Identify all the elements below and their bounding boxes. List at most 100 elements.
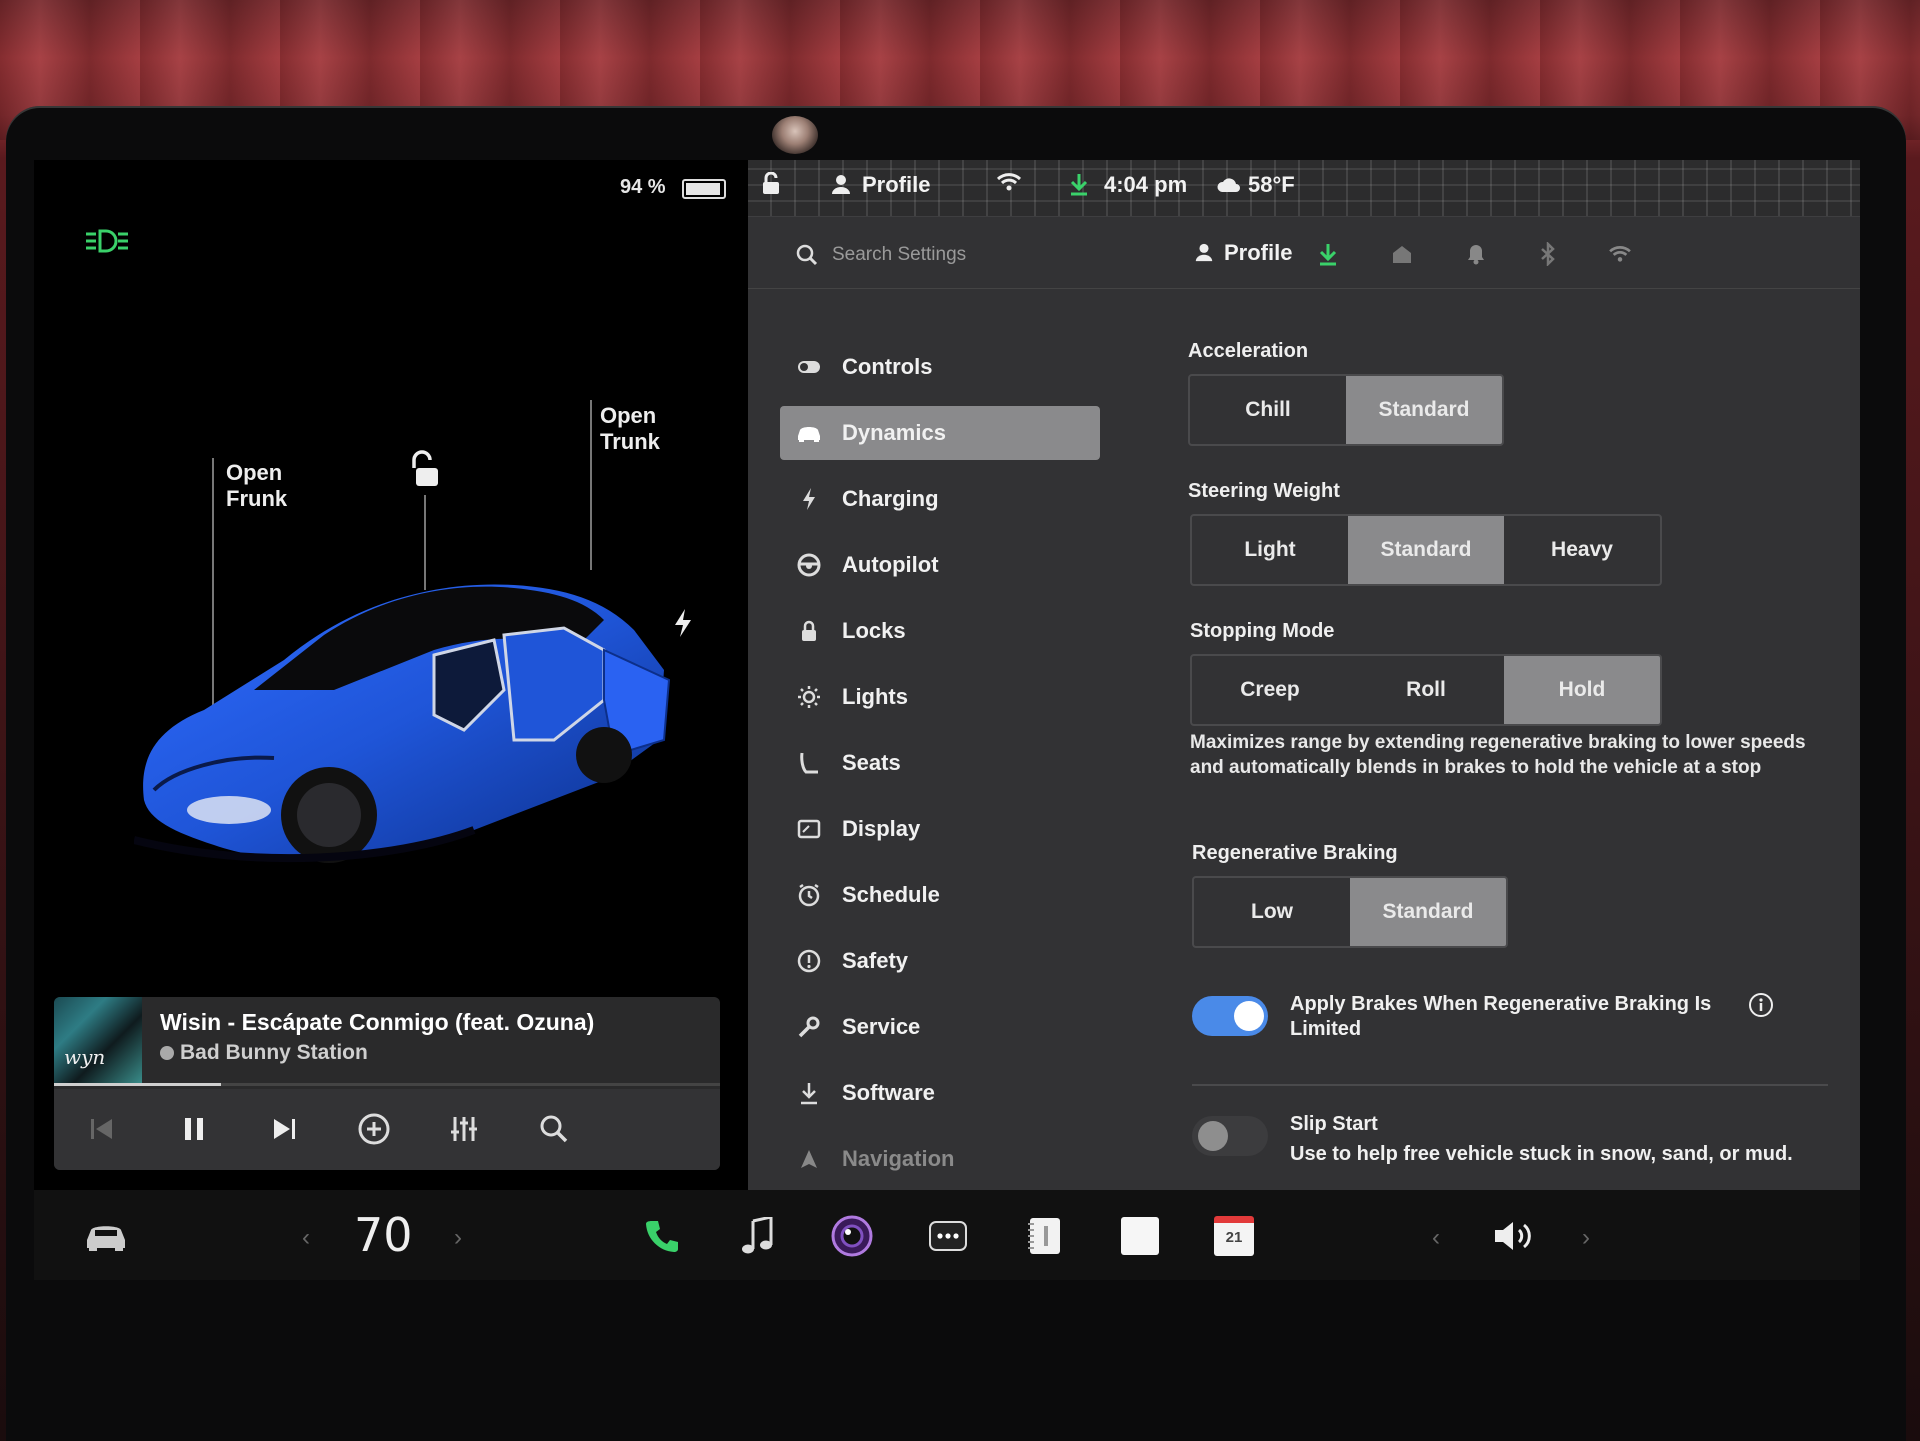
- wifi-settings-icon[interactable]: [1606, 240, 1634, 268]
- alert-circle-icon: [796, 948, 822, 974]
- steering-light-button[interactable]: Light: [1192, 516, 1348, 584]
- more-icon[interactable]: [920, 1208, 976, 1264]
- menu-item-schedule[interactable]: Schedule: [780, 868, 1100, 922]
- status-profile[interactable]: Profile: [830, 172, 930, 198]
- blank-app-icon[interactable]: [1112, 1208, 1168, 1264]
- cloud-icon: [1217, 178, 1240, 192]
- next-icon[interactable]: [262, 1107, 306, 1151]
- download-icon[interactable]: [1314, 240, 1342, 268]
- toggle-knob: [1198, 1121, 1228, 1151]
- weather: 58°F: [1216, 172, 1295, 198]
- steering-wheel-icon: [796, 552, 822, 578]
- door-lock-status-icon[interactable]: [760, 171, 782, 202]
- media-player: wyn Wisin - Escápate Conmigo (feat. Ozun…: [54, 997, 720, 1170]
- add-icon[interactable]: [352, 1107, 396, 1151]
- stopping-mode-selector: Creep Roll Hold: [1190, 654, 1662, 726]
- touchscreen: 94 % Open Frunk Open Trunk wyn Wisin - E…: [34, 160, 1860, 1280]
- track-progress[interactable]: [54, 1083, 720, 1086]
- slip-start-description: Use to help free vehicle stuck in snow, …: [1290, 1143, 1793, 1165]
- menu-label: Navigation: [842, 1146, 955, 1171]
- settings-menu: Controls Dynamics Charging Autopilot Loc…: [780, 340, 1100, 1190]
- regen-low-button[interactable]: Low: [1194, 878, 1350, 946]
- menu-label: Controls: [842, 354, 933, 379]
- media-controls: [54, 1089, 720, 1170]
- info-icon[interactable]: [1748, 992, 1774, 1023]
- equalizer-icon[interactable]: [442, 1107, 486, 1151]
- search-icon[interactable]: [532, 1107, 576, 1151]
- track-progress-fill: [54, 1083, 221, 1086]
- menu-item-dynamics[interactable]: Dynamics: [780, 406, 1100, 460]
- camera-icon[interactable]: [824, 1208, 880, 1264]
- phone-icon[interactable]: [634, 1208, 690, 1264]
- menu-label: Display: [842, 816, 921, 841]
- battery-icon: [682, 179, 726, 199]
- stopping-creep-button[interactable]: Creep: [1192, 656, 1348, 724]
- headlights-on-icon: [84, 228, 130, 261]
- status-profile-label: Profile: [862, 172, 931, 197]
- menu-item-display[interactable]: Display: [780, 802, 1100, 856]
- stopping-roll-button[interactable]: Roll: [1348, 656, 1504, 724]
- temp-down-chevron[interactable]: ‹: [302, 1224, 310, 1252]
- menu-item-software[interactable]: Software: [780, 1066, 1100, 1120]
- toggle-icon: [796, 354, 822, 380]
- acceleration-standard-button[interactable]: Standard: [1346, 376, 1502, 444]
- bolt-icon: [796, 486, 822, 512]
- bluetooth-icon[interactable]: [1534, 240, 1562, 268]
- volume-icon[interactable]: [1486, 1208, 1542, 1264]
- acceleration-label: Acceleration: [1188, 340, 1309, 362]
- menu-item-seats[interactable]: Seats: [780, 736, 1100, 790]
- car-icon[interactable]: [78, 1208, 134, 1264]
- menu-item-lights[interactable]: Lights: [780, 670, 1100, 724]
- volume-down-chevron[interactable]: ‹: [1432, 1224, 1440, 1252]
- calendar-icon[interactable]: 21: [1206, 1208, 1262, 1264]
- regen-braking-label: Regenerative Braking: [1192, 842, 1398, 864]
- temp-up-chevron[interactable]: ›: [454, 1224, 462, 1252]
- menu-item-service[interactable]: Service: [780, 1000, 1100, 1054]
- menu-item-navigation[interactable]: Navigation: [780, 1132, 1100, 1186]
- regen-braking-selector: Low Standard: [1192, 876, 1508, 948]
- pause-icon[interactable]: [172, 1107, 216, 1151]
- alarm-clock-icon: [796, 882, 822, 908]
- homelink-icon[interactable]: [1388, 240, 1416, 268]
- header-profile-button[interactable]: Profile: [1194, 240, 1292, 266]
- menu-label: Charging: [842, 486, 939, 511]
- menu-item-locks[interactable]: Locks: [780, 604, 1100, 658]
- steering-heavy-button[interactable]: Heavy: [1504, 516, 1660, 584]
- previous-icon[interactable]: [80, 1107, 124, 1151]
- download-status-icon: [1068, 172, 1090, 202]
- search-icon: [796, 244, 818, 271]
- outside-temperature: 58°F: [1248, 172, 1295, 197]
- volume-up-chevron[interactable]: ›: [1582, 1224, 1590, 1252]
- menu-label: Schedule: [842, 882, 940, 907]
- menu-label: Software: [842, 1080, 935, 1105]
- unlock-icon[interactable]: [404, 450, 440, 495]
- music-note-icon[interactable]: [730, 1208, 786, 1264]
- menu-item-autopilot[interactable]: Autopilot: [780, 538, 1100, 592]
- steering-standard-button[interactable]: Standard: [1348, 516, 1504, 584]
- acceleration-chill-button[interactable]: Chill: [1190, 376, 1346, 444]
- album-art[interactable]: wyn: [54, 997, 142, 1085]
- section-divider: [1192, 1084, 1828, 1086]
- wifi-icon: [996, 172, 1022, 198]
- notification-bell-icon[interactable]: [1462, 240, 1490, 268]
- menu-label: Dynamics: [842, 420, 946, 445]
- menu-item-controls[interactable]: Controls: [780, 340, 1100, 394]
- steering-weight-label: Steering Weight: [1188, 480, 1340, 502]
- cabin-temperature[interactable]: 70: [354, 1208, 413, 1262]
- stopping-hold-button[interactable]: Hold: [1504, 656, 1660, 724]
- header-profile-label: Profile: [1224, 240, 1293, 265]
- menu-item-safety[interactable]: Safety: [780, 934, 1100, 988]
- slip-start-toggle[interactable]: [1192, 1116, 1268, 1156]
- regen-standard-button[interactable]: Standard: [1350, 878, 1506, 946]
- open-trunk-button[interactable]: Open Trunk: [600, 403, 660, 455]
- stopping-mode-label: Stopping Mode: [1190, 620, 1335, 642]
- station-icon: [160, 1046, 174, 1060]
- navigation-arrow-icon: [796, 1146, 822, 1172]
- settings-panel: Profile 4:04 pm 58°F Profile: [748, 160, 1860, 1190]
- search-settings-input[interactable]: [830, 238, 1164, 272]
- menu-item-charging[interactable]: Charging: [780, 472, 1100, 526]
- open-frunk-button[interactable]: Open Frunk: [226, 460, 287, 512]
- apply-brakes-toggle[interactable]: [1192, 996, 1268, 1036]
- profile-icon: [1195, 243, 1213, 262]
- notes-icon[interactable]: [1016, 1208, 1072, 1264]
